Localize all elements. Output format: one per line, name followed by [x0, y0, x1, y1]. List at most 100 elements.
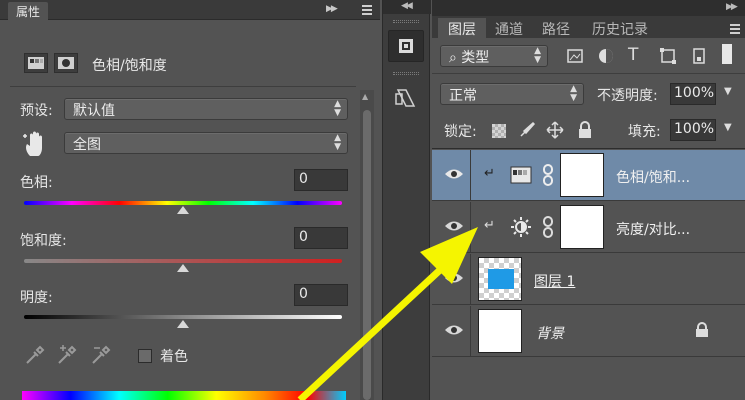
opacity-label: 不透明度: [597, 88, 658, 104]
opacity-input[interactable]: 100% [670, 83, 716, 105]
visibility-eye-icon[interactable] [444, 271, 464, 285]
layer-row-hue-saturation[interactable]: ↵ 色相/饱和... [432, 150, 745, 201]
layer-mask-thumbnail[interactable] [560, 205, 604, 249]
layers-panel: ▶▶ 图层 通道 路径 历史记录 ⌕ 类型 ▲ ▼ T 正常 ▲ ▼ 不透明度: 1… [432, 0, 745, 400]
properties-tab-bar: 属性 ▶▶ [0, 0, 380, 20]
layer-thumbnail[interactable] [478, 257, 522, 301]
scroll-up-icon[interactable]: ▲ [362, 92, 368, 101]
saturation-label: 饱和度: [20, 233, 67, 249]
tab-paths[interactable]: 路径 [532, 18, 580, 38]
hue-slider-track[interactable] [24, 201, 342, 205]
adjustment-layer-filter-icon[interactable] [597, 47, 615, 65]
divider [470, 150, 471, 201]
layers-panel-menu-icon[interactable] [726, 24, 740, 34]
shape-layer-filter-icon[interactable] [659, 47, 677, 65]
divider [432, 148, 745, 149]
layer-content-preview [488, 269, 514, 289]
lightness-input[interactable]: 0 [294, 284, 348, 306]
collapse-layers-icon[interactable]: ▶▶ [726, 2, 738, 12]
layer-row-brightness-contrast[interactable]: ↵ 亮度/对比... [432, 202, 745, 253]
scrollbar-thumb[interactable] [363, 110, 371, 400]
smart-object-filter-icon[interactable] [690, 47, 708, 65]
divider [10, 86, 356, 87]
tab-history[interactable]: 历史记录 [582, 18, 658, 38]
layer-row-layer-1[interactable]: 图层 1 [432, 254, 745, 305]
layer-row-background[interactable]: 背景 [432, 306, 745, 357]
hue-input[interactable]: 0 [294, 169, 348, 191]
lock-transparent-pixels-icon[interactable] [492, 124, 506, 138]
lightness-slider-thumb[interactable] [177, 320, 189, 328]
divider [470, 202, 471, 253]
filter-toggle-switch[interactable] [722, 44, 732, 64]
targeted-adjustment-hand-icon[interactable] [22, 130, 48, 158]
transform-icon [395, 89, 416, 107]
layer-name[interactable]: 图层 1 [534, 271, 575, 291]
tab-properties[interactable]: 属性 [8, 2, 49, 20]
divider [432, 73, 745, 74]
panel-menu-icon[interactable] [358, 5, 372, 15]
visibility-eye-icon[interactable] [444, 323, 464, 337]
preset-select[interactable]: 默认值 ▲ ▼ [64, 98, 348, 120]
type-layer-filter-icon[interactable]: T [628, 45, 638, 65]
subtract-from-sample-eyedropper-icon[interactable] [90, 344, 112, 366]
layers-panel-header: ▶▶ [432, 0, 745, 16]
select-arrows-icon: ▲ ▼ [334, 133, 341, 152]
hue-spectrum-bar [22, 391, 346, 400]
panel-dock-toolbar: ◀◀ [382, 0, 431, 400]
saturation-slider-thumb[interactable] [177, 264, 189, 272]
dock-grip[interactable] [393, 72, 419, 75]
lightness-label: 明度: [20, 290, 53, 306]
lightness-slider-track[interactable] [24, 315, 342, 319]
fill-input[interactable]: 100% [670, 119, 716, 141]
adjustment-icon-button[interactable] [24, 53, 48, 73]
hue-saturation-icon [28, 57, 44, 69]
opacity-dropdown-icon[interactable]: ▼ [724, 86, 732, 97]
range-select[interactable]: 全图 ▲ ▼ [64, 132, 348, 154]
mask-link-chain-icon[interactable] [542, 216, 554, 238]
layer-name[interactable]: 背景 [536, 323, 564, 343]
hue-label: 色相: [20, 175, 53, 191]
3d-cube-icon [399, 39, 413, 53]
dock-header: ◀◀ [383, 0, 431, 14]
filter-kind-value: 类型 [461, 50, 490, 66]
preset-value: 默认值 [73, 103, 115, 119]
search-icon: ⌕ [449, 50, 457, 66]
tab-channels[interactable]: 通道 [485, 18, 533, 38]
layer-mask-thumbnail[interactable] [560, 153, 604, 197]
fill-label: 填充: [628, 124, 661, 140]
divider [470, 254, 471, 305]
layer-mask-icon [58, 57, 74, 69]
lock-all-icon[interactable] [577, 121, 593, 139]
eyedropper-icon[interactable] [24, 344, 46, 366]
saturation-input[interactable]: 0 [294, 227, 348, 249]
mask-link-chain-icon[interactable] [542, 164, 554, 186]
filter-kind-select[interactable]: ⌕ 类型 ▲ ▼ [440, 45, 548, 67]
add-to-sample-eyedropper-icon[interactable] [56, 344, 78, 366]
pixel-layer-filter-icon[interactable] [566, 47, 584, 65]
colorize-checkbox[interactable] [138, 349, 152, 363]
lock-image-pixels-brush-icon[interactable] [518, 121, 536, 139]
saturation-slider-track[interactable] [24, 259, 342, 263]
hue-saturation-layer-icon [510, 166, 532, 184]
properties-scrollbar[interactable]: ▲ [360, 90, 374, 400]
layer-comps-button[interactable] [388, 84, 424, 116]
preset-label: 预设: [20, 103, 53, 119]
hue-slider-thumb[interactable] [177, 206, 189, 214]
visibility-eye-icon[interactable] [444, 219, 464, 233]
fill-dropdown-icon[interactable]: ▼ [724, 122, 732, 133]
dock-grip[interactable] [393, 20, 419, 23]
3d-panel-button[interactable] [388, 30, 424, 62]
layer-name[interactable]: 色相/饱和... [616, 167, 690, 187]
layers-tab-bar: ▶▶ 图层 通道 路径 历史记录 [432, 0, 745, 38]
range-value: 全图 [73, 137, 101, 153]
collapse-panel-icon[interactable]: ▶▶ [326, 4, 338, 14]
divider [470, 306, 471, 357]
tab-layers[interactable]: 图层 [438, 18, 486, 38]
layer-thumbnail[interactable] [478, 309, 522, 353]
blend-mode-select[interactable]: 正常 ▲ ▼ [440, 83, 584, 105]
mask-icon-button[interactable] [54, 53, 78, 73]
layer-name[interactable]: 亮度/对比... [616, 219, 690, 239]
lock-position-move-icon[interactable] [546, 121, 564, 139]
expand-dock-icon[interactable]: ◀◀ [401, 1, 413, 11]
visibility-eye-icon[interactable] [444, 167, 464, 181]
